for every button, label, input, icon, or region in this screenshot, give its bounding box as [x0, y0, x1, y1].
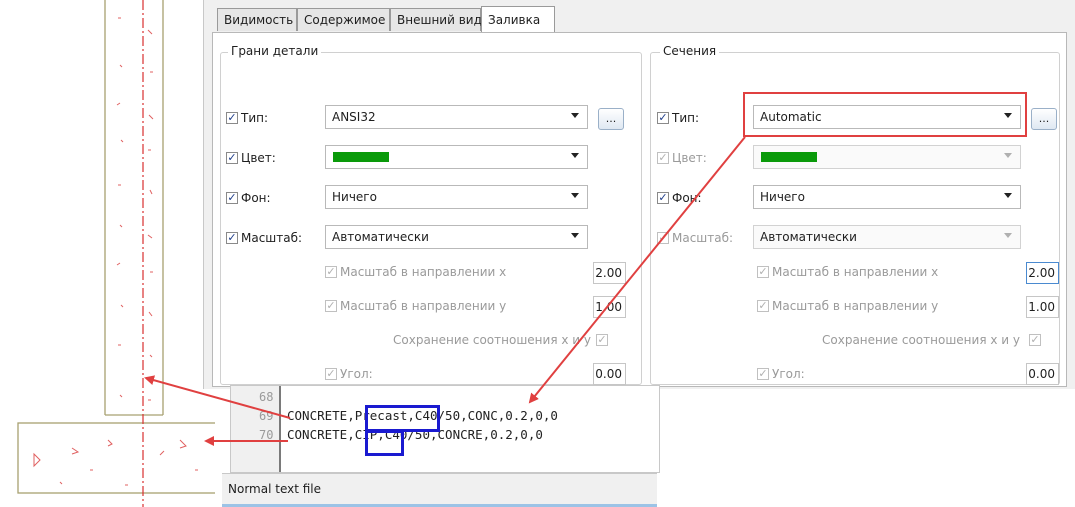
arrow-precast-to-column: [144, 375, 291, 419]
annotation-arrows: [144, 136, 746, 446]
arrow-type-to-precast: [528, 136, 746, 404]
